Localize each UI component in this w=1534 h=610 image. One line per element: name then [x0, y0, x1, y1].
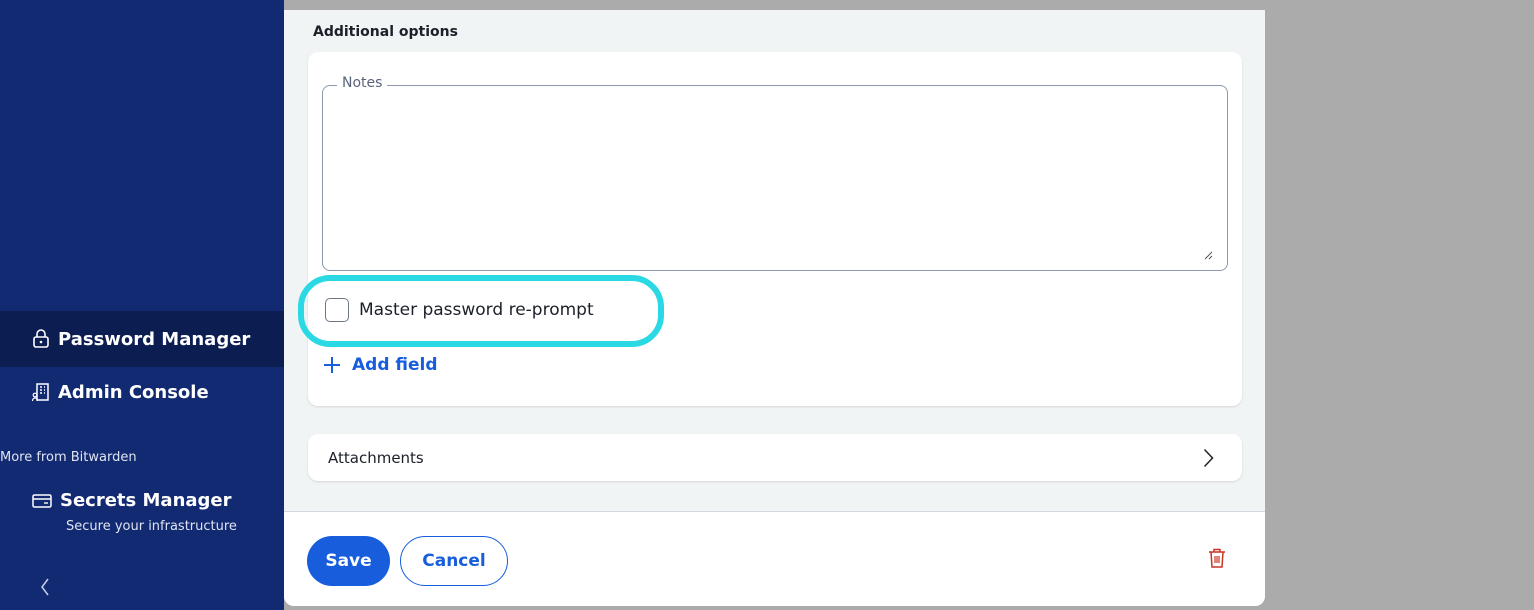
notes-label: Notes — [337, 75, 388, 91]
save-button[interactable]: Save — [307, 536, 390, 586]
attachments-label: Attachments — [328, 448, 424, 467]
reprompt-label[interactable]: Master password re-prompt — [359, 300, 594, 320]
secrets-manager-tagline: Secure your infrastructure — [66, 519, 237, 534]
building-icon — [32, 383, 49, 402]
edit-item-dialog: Additional options Notes Master password… — [284, 0, 1265, 606]
nav-password-manager-label: Password Manager — [58, 328, 251, 350]
plus-icon — [324, 357, 340, 373]
attachments-row[interactable]: Attachments — [308, 434, 1242, 481]
add-field-label: Add field — [352, 355, 438, 375]
dialog-footer: Save Cancel — [284, 511, 1265, 606]
nav-admin-console[interactable]: Admin Console — [0, 370, 284, 414]
notes-field[interactable]: Notes — [322, 75, 1228, 271]
nav-admin-console-label: Admin Console — [58, 381, 209, 403]
secrets-manager-label: Secrets Manager — [60, 490, 232, 511]
nav-secrets-manager[interactable]: Secrets Manager Secure your infrastructu… — [32, 490, 237, 534]
nav-password-manager[interactable]: Password Manager — [0, 311, 284, 367]
reprompt-checkbox[interactable] — [325, 298, 349, 322]
collapse-sidebar-button[interactable] — [40, 578, 50, 601]
section-title: Additional options — [313, 24, 458, 40]
reprompt-option[interactable]: Master password re-prompt — [325, 298, 594, 322]
resize-handle-icon[interactable] — [1204, 251, 1213, 260]
add-field-button[interactable]: Add field — [322, 355, 438, 375]
trash-icon[interactable] — [1208, 547, 1226, 569]
chevron-left-icon — [41, 578, 49, 596]
sidebar: Password Manager Admin Console More from… — [0, 0, 284, 610]
lock-icon — [33, 329, 49, 348]
notes-textarea[interactable] — [329, 92, 1221, 264]
cancel-button[interactable]: Cancel — [400, 536, 508, 586]
window-icon — [32, 493, 52, 508]
top-overlay-strip — [284, 0, 1265, 10]
more-from-bitwarden-caption: More from Bitwarden — [0, 450, 137, 465]
additional-options-card: Notes Master password re-prompt Add fiel… — [298, 52, 1242, 406]
chevron-right-icon — [1203, 448, 1214, 467]
